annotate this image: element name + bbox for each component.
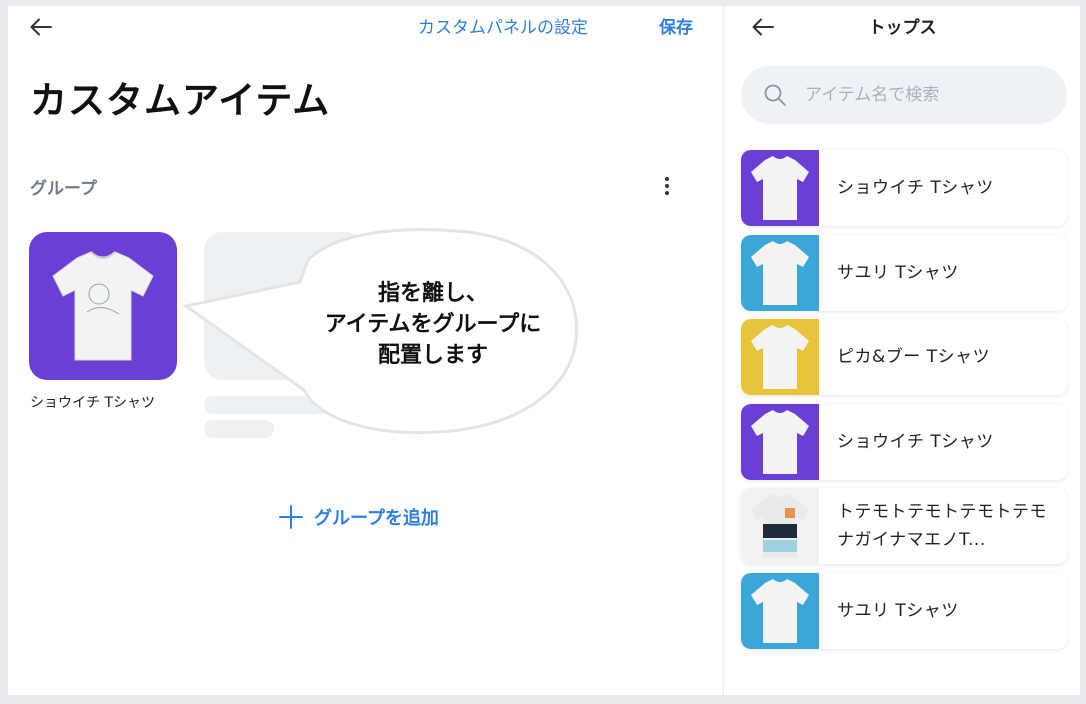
group-section-label: グループ xyxy=(30,179,97,199)
list-item[interactable]: サユリ Tシャツ xyxy=(741,572,1067,649)
tshirt-icon xyxy=(751,578,809,643)
item-thumbnail xyxy=(741,150,819,226)
list-item[interactable]: ピカ&ブー Tシャツ xyxy=(741,319,1067,395)
add-group-label: グループを追加 xyxy=(314,508,439,529)
group-item-tile[interactable] xyxy=(29,232,177,380)
item-label: サユリ Tシャツ xyxy=(837,600,959,621)
panel-title: トップス xyxy=(868,18,937,38)
tshirt-icon xyxy=(751,409,809,474)
item-label: トテモトテモトテモトテモナガイナマエノT... xyxy=(837,502,1047,550)
item-label: ピカ&ブー Tシャツ xyxy=(837,347,991,367)
list-item[interactable]: トテモトテモトテモトテモナガイナマエノT... xyxy=(741,488,1067,564)
plus-icon xyxy=(279,505,303,529)
custom-item-panel: カスタムパネルの設定 保存 カスタムアイテム グループ ショウイチ Tシャツ 指… xyxy=(8,6,722,695)
tshirt-icon xyxy=(751,156,809,220)
list-item[interactable]: サユリ Tシャツ xyxy=(741,234,1067,311)
list-item[interactable]: ショウイチ Tシャツ xyxy=(741,403,1067,480)
bubble-line-1: 指を離し、 xyxy=(377,281,488,306)
item-label: サユリ Tシャツ xyxy=(837,262,959,283)
tops-picker-panel: トップス ショウイチ Tシャツ サユリ Tシャツ xyxy=(723,6,1080,695)
list-item[interactable]: ショウイチ Tシャツ xyxy=(741,150,1067,226)
item-thumbnail xyxy=(741,488,819,564)
more-options-icon[interactable] xyxy=(657,174,677,200)
tshirt-icon xyxy=(751,325,809,389)
tshirt-icon xyxy=(52,251,154,361)
item-thumbnail xyxy=(741,234,819,311)
page-title: カスタムアイテム xyxy=(30,79,331,122)
back-arrow-icon[interactable] xyxy=(28,14,54,40)
custom-panel-settings-link[interactable]: カスタムパネルの設定 xyxy=(418,13,588,38)
item-label: ショウイチ Tシャツ xyxy=(837,431,994,452)
bubble-line-2: アイテムをグループに xyxy=(324,312,542,337)
search-icon xyxy=(764,84,786,106)
item-thumbnail xyxy=(741,572,819,649)
save-button[interactable]: 保存 xyxy=(659,13,693,38)
search-bar[interactable] xyxy=(741,66,1067,124)
tshirt-icon xyxy=(751,240,809,305)
bubble-message: 指を離し、 アイテムをグループに 配置します xyxy=(298,278,568,371)
group-item-caption: ショウイチ Tシャツ xyxy=(30,395,156,411)
bubble-line-3: 配置します xyxy=(377,343,488,368)
tshirt-icon xyxy=(751,494,809,558)
item-label: ショウイチ Tシャツ xyxy=(837,178,994,198)
item-thumbnail xyxy=(741,403,819,480)
add-group-button[interactable]: グループを追加 xyxy=(278,502,439,532)
item-list: ショウイチ Tシャツ サユリ Tシャツ ピカ&ブー Tシャツ ショウイチ Tシャ… xyxy=(741,150,1067,657)
app-window: カスタムパネルの設定 保存 カスタムアイテム グループ ショウイチ Tシャツ 指… xyxy=(8,6,1080,695)
search-input[interactable] xyxy=(805,80,1045,110)
item-thumbnail xyxy=(741,319,819,395)
